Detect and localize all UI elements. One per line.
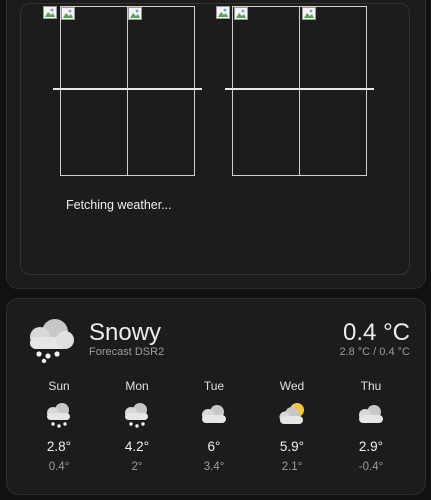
day-low: 2.1° bbox=[281, 461, 303, 473]
snowy-icon bbox=[25, 315, 77, 368]
map-grid-line bbox=[225, 88, 374, 90]
day-name: Wed bbox=[279, 379, 305, 393]
forecast-day: Mon 4.2° 2° bbox=[107, 379, 167, 473]
high-low-temperature: 2.8 °C / 0.4 °C bbox=[339, 346, 410, 358]
day-name: Thu bbox=[360, 379, 382, 393]
day-name: Tue bbox=[203, 379, 225, 393]
broken-image-icon bbox=[61, 7, 75, 20]
day-high: 4.2° bbox=[124, 439, 150, 454]
map-tile bbox=[127, 89, 195, 176]
forecast-day: Thu 2.9° -0.4° bbox=[341, 379, 401, 473]
forecast-day: Tue 6° 3.4° bbox=[184, 379, 244, 473]
map-grid-line bbox=[53, 88, 202, 90]
broken-image-icon bbox=[128, 7, 142, 20]
map-tile bbox=[299, 89, 367, 176]
day-high: 2.8° bbox=[46, 439, 72, 454]
day-high: 6° bbox=[207, 439, 221, 454]
current-temperature: 0.4 °C bbox=[343, 319, 410, 346]
map-tile bbox=[60, 89, 128, 176]
fetching-status: Fetching weather... bbox=[66, 198, 172, 212]
day-name: Sun bbox=[48, 379, 70, 393]
snowy-icon bbox=[107, 395, 167, 435]
day-name: Mon bbox=[125, 379, 149, 393]
broken-image-icon bbox=[43, 6, 57, 19]
day-high: 2.9° bbox=[358, 439, 384, 454]
partly-cloudy-icon bbox=[262, 395, 322, 435]
day-low: -0.4° bbox=[358, 461, 384, 473]
condition-label: Snowy bbox=[89, 319, 162, 346]
snowy-icon bbox=[29, 395, 89, 435]
day-low: 2° bbox=[131, 461, 143, 473]
cloudy-icon bbox=[184, 395, 244, 435]
forecast-source: Forecast DSR2 bbox=[89, 346, 165, 358]
forecast-day: Sun 2.8° 0.4° bbox=[29, 379, 89, 473]
broken-image-icon bbox=[234, 7, 248, 20]
cloudy-icon bbox=[341, 395, 401, 435]
broken-image-icon bbox=[216, 6, 230, 19]
day-low: 0.4° bbox=[48, 461, 70, 473]
forecast-day: Wed 5.9° 2.1° bbox=[262, 379, 322, 473]
day-high: 5.9° bbox=[279, 439, 305, 454]
map-tile bbox=[232, 89, 300, 176]
weather-forecast-card[interactable]: Snowy Forecast DSR2 0.4 °C 2.8 °C / 0.4 … bbox=[6, 298, 426, 495]
broken-image-icon bbox=[302, 7, 316, 20]
day-low: 3.4° bbox=[203, 461, 225, 473]
